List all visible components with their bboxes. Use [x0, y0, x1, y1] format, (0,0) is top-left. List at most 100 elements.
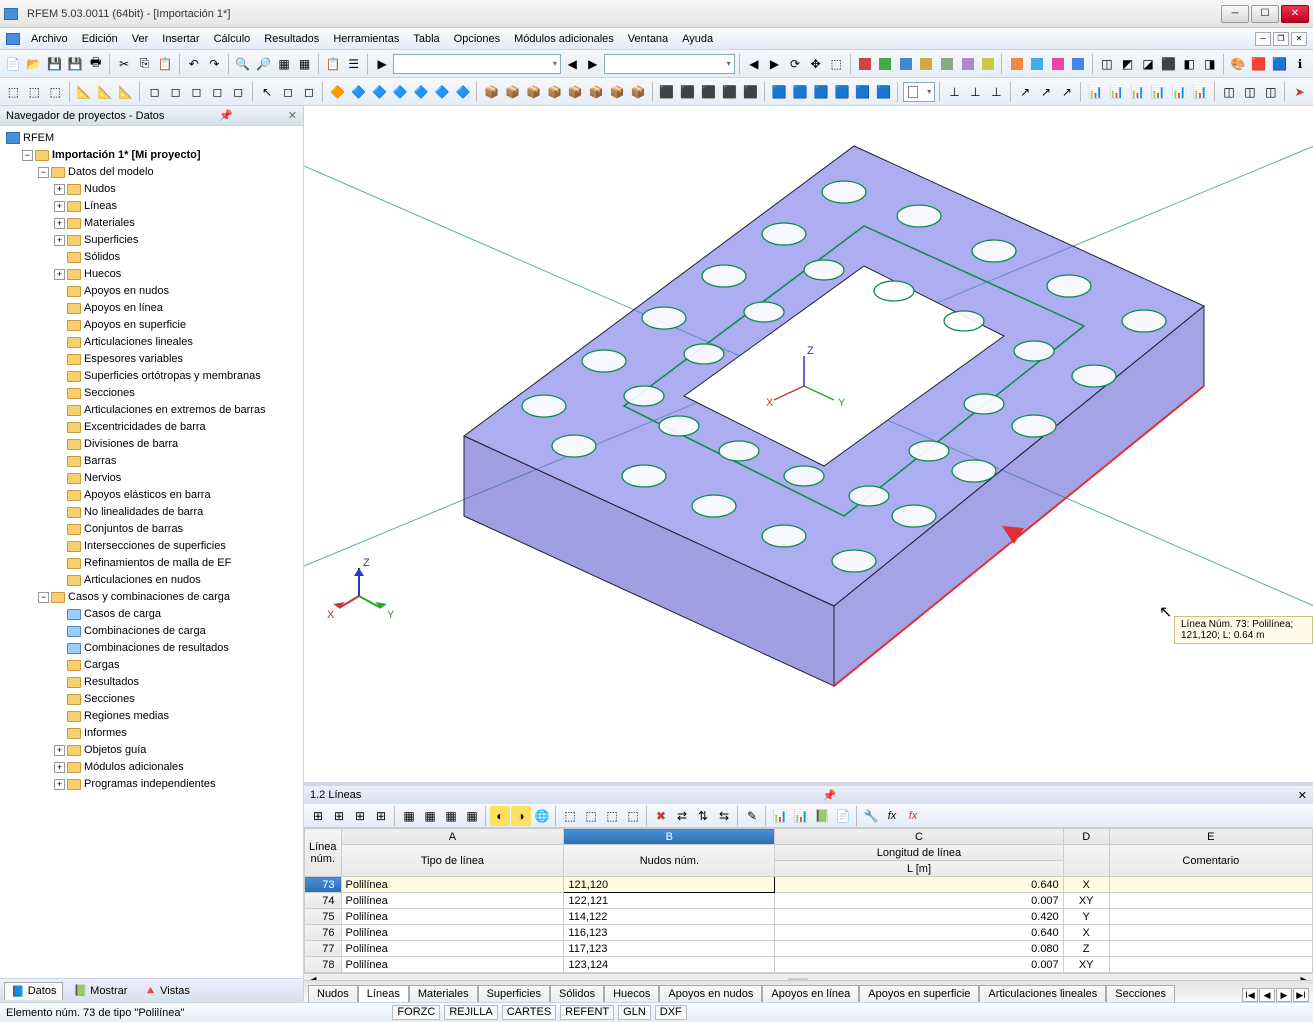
tree-item[interactable]: Materiales: [84, 217, 135, 229]
tree-item[interactable]: Objetos guía: [84, 744, 146, 756]
find-icon[interactable]: 🔍: [234, 54, 253, 74]
tt-fx[interactable]: fx: [882, 806, 902, 826]
tt-highlight-a[interactable]: ◐: [490, 806, 510, 826]
tt-13[interactable]: ⬚: [623, 806, 643, 826]
tree-root[interactable]: RFEM: [23, 132, 54, 144]
tree-item[interactable]: Superficies ortótropas y membranas: [84, 370, 261, 382]
tb2-54[interactable]: ◫: [1261, 82, 1280, 102]
tb2-27[interactable]: 📦: [608, 82, 627, 102]
cube-a-icon[interactable]: ◫: [1098, 54, 1117, 74]
col-line-num[interactable]: Línea núm.: [305, 829, 342, 877]
tab-prev[interactable]: ◀: [1259, 988, 1275, 1002]
tb2-15[interactable]: 🔷: [349, 82, 368, 102]
col-D[interactable]: D: [1063, 829, 1109, 845]
tb2-9[interactable]: ◻: [187, 82, 206, 102]
tree-item[interactable]: Regiones medias: [84, 710, 169, 722]
tt-20[interactable]: 🔧: [861, 806, 881, 826]
tb-icon-h2[interactable]: [1028, 54, 1047, 74]
tree-item[interactable]: Nudos: [84, 183, 116, 195]
tree-item[interactable]: Huecos: [84, 268, 121, 280]
tree-item[interactable]: Conjuntos de barras: [84, 523, 183, 535]
tt-17[interactable]: 📊: [770, 806, 790, 826]
tb2-26[interactable]: 📦: [587, 82, 606, 102]
calc-icon[interactable]: ▶: [373, 54, 392, 74]
tb2-22[interactable]: 📦: [503, 82, 522, 102]
nav-tab-vistas[interactable]: 🔺Vistas: [137, 982, 195, 999]
tree-item[interactable]: Combinaciones de resultados: [84, 642, 229, 654]
tt-9[interactable]: 🌐: [532, 806, 552, 826]
table-row[interactable]: 77Polilínea117,1230.080Z: [305, 941, 1313, 957]
tree-item[interactable]: Sólidos: [84, 251, 120, 263]
tb2-43[interactable]: ↗: [1016, 82, 1035, 102]
tt-18[interactable]: 📊: [791, 806, 811, 826]
col-dir[interactable]: [1063, 845, 1109, 877]
tb2-41[interactable]: ⊥: [966, 82, 985, 102]
tb-icon-g3[interactable]: [897, 54, 916, 74]
tb2-33[interactable]: ⬛: [741, 82, 760, 102]
expander[interactable]: +: [54, 184, 65, 195]
table-tab[interactable]: Líneas: [358, 985, 409, 1002]
tb2-39[interactable]: 🟦: [874, 82, 893, 102]
tree-project[interactable]: Importación 1* [Mi proyecto]: [52, 149, 201, 161]
menu-calculo[interactable]: Cálculo: [208, 31, 257, 47]
tt-1[interactable]: ⊞: [308, 806, 328, 826]
tree-item[interactable]: Superficies: [84, 234, 138, 246]
status-rejilla[interactable]: REJILLA: [444, 1005, 497, 1020]
paste-icon[interactable]: 📋: [156, 54, 175, 74]
tb2-47[interactable]: 📊: [1107, 82, 1126, 102]
menu-ver[interactable]: Ver: [126, 31, 155, 47]
tb2-40[interactable]: ⊥: [945, 82, 964, 102]
menu-insertar[interactable]: Insertar: [156, 31, 205, 47]
tb2-36[interactable]: 🟦: [812, 82, 831, 102]
tb-icon-h4[interactable]: [1069, 54, 1088, 74]
tt-11[interactable]: ⬚: [581, 806, 601, 826]
tb2-34[interactable]: 🟦: [770, 82, 789, 102]
table-row[interactable]: 75Polilínea114,1220.420Y: [305, 909, 1313, 925]
tb2-28[interactable]: 📦: [629, 82, 648, 102]
tb2-42[interactable]: ⊥: [987, 82, 1006, 102]
table-tab[interactable]: Apoyos en línea: [762, 985, 859, 1002]
tb-icon-g2[interactable]: [876, 54, 895, 74]
tt-10[interactable]: ⬚: [560, 806, 580, 826]
tb-icon-g1[interactable]: [855, 54, 874, 74]
tree-item[interactable]: Secciones: [84, 693, 135, 705]
tb2-18[interactable]: 🔷: [412, 82, 431, 102]
tt-highlight-b[interactable]: ◑: [511, 806, 531, 826]
result-combo[interactable]: [604, 54, 735, 74]
help-icon[interactable]: ℹ: [1291, 54, 1310, 74]
tree-item[interactable]: Articulaciones lineales: [84, 336, 193, 348]
table-scrollbar-h[interactable]: ◀▶: [304, 973, 1313, 980]
3d-viewport[interactable]: X Y Z X Y Z ↖ Línea Núm. 73: Polilínea; …: [304, 106, 1313, 782]
tt-5[interactable]: ▦: [399, 806, 419, 826]
cube-b-icon[interactable]: ◩: [1118, 54, 1137, 74]
tb2-19[interactable]: 🔷: [433, 82, 452, 102]
tree-item[interactable]: Apoyos en superficie: [84, 319, 186, 331]
cube-e-icon[interactable]: ◧: [1180, 54, 1199, 74]
cut-icon[interactable]: ✂: [115, 54, 134, 74]
rotate-icon[interactable]: ⟳: [786, 54, 805, 74]
next-icon[interactable]: ▶: [583, 54, 602, 74]
tree-item[interactable]: Programas independientes: [84, 778, 215, 790]
tb2-17[interactable]: 🔷: [391, 82, 410, 102]
pan-icon[interactable]: ✥: [806, 54, 825, 74]
tb2-13[interactable]: ◻: [299, 82, 318, 102]
tab-first[interactable]: I◀: [1242, 988, 1258, 1002]
tree-item[interactable]: Articulaciones en nudos: [84, 574, 201, 586]
tb-icon-g6[interactable]: [958, 54, 977, 74]
pin-icon[interactable]: 📌: [219, 109, 233, 122]
tb2-25[interactable]: 📦: [566, 82, 585, 102]
tree-item[interactable]: Combinaciones de carga: [84, 625, 206, 637]
tb-icon-g7[interactable]: [979, 54, 998, 74]
table-tab[interactable]: Articulaciones lineales: [979, 985, 1106, 1002]
expander[interactable]: +: [54, 779, 65, 790]
expander[interactable]: −: [22, 150, 33, 161]
tt-2[interactable]: ⊞: [329, 806, 349, 826]
expander[interactable]: +: [54, 235, 65, 246]
status-gln[interactable]: GLN: [618, 1005, 651, 1020]
tt-8[interactable]: ▦: [462, 806, 482, 826]
tree-item[interactable]: Módulos adicionales: [84, 761, 184, 773]
tab-next[interactable]: ▶: [1276, 988, 1292, 1002]
tb2-49[interactable]: 📊: [1149, 82, 1168, 102]
tb2-24[interactable]: 📦: [545, 82, 564, 102]
col-B[interactable]: B: [564, 829, 775, 845]
